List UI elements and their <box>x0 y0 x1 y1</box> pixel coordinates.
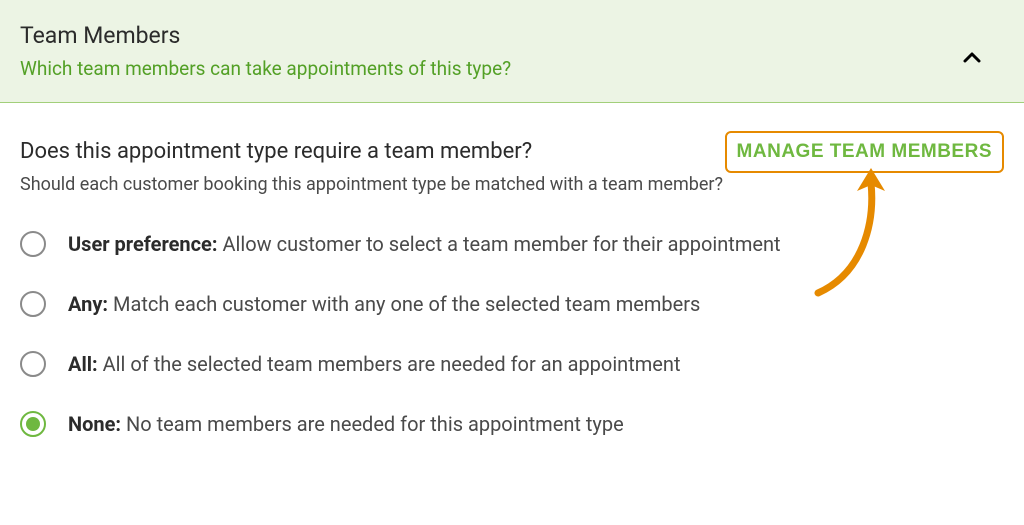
section-content: MANAGE TEAM MEMBERS Does this appointmen… <box>0 103 1024 457</box>
section-header[interactable]: Team Members Which team members can take… <box>0 0 1024 103</box>
radio-circle-selected-icon <box>20 411 46 437</box>
radio-label: All: All of the selected team members ar… <box>68 352 681 376</box>
radio-circle-icon <box>20 231 46 257</box>
radio-option-none[interactable]: None: No team members are needed for thi… <box>20 411 1004 437</box>
radio-label: User preference: Allow customer to selec… <box>68 232 781 256</box>
radio-option-user-preference[interactable]: User preference: Allow customer to selec… <box>20 231 1004 257</box>
radio-circle-icon <box>20 291 46 317</box>
header-text: Team Members Which team members can take… <box>20 22 511 80</box>
radio-option-any[interactable]: Any: Match each customer with any one of… <box>20 291 1004 317</box>
radio-option-all[interactable]: All: All of the selected team members ar… <box>20 351 1004 377</box>
radio-group: User preference: Allow customer to selec… <box>20 231 1004 437</box>
radio-label: Any: Match each customer with any one of… <box>68 292 700 316</box>
radio-label: None: No team members are needed for thi… <box>68 412 624 436</box>
question-subtitle: Should each customer booking this appoin… <box>20 174 1004 195</box>
radio-dot-icon <box>26 417 40 431</box>
section-title: Team Members <box>20 22 511 49</box>
radio-circle-icon <box>20 351 46 377</box>
manage-team-members-button[interactable]: MANAGE TEAM MEMBERS <box>725 131 1004 173</box>
section-subtitle: Which team members can take appointments… <box>20 57 511 80</box>
chevron-up-icon[interactable] <box>960 46 984 74</box>
